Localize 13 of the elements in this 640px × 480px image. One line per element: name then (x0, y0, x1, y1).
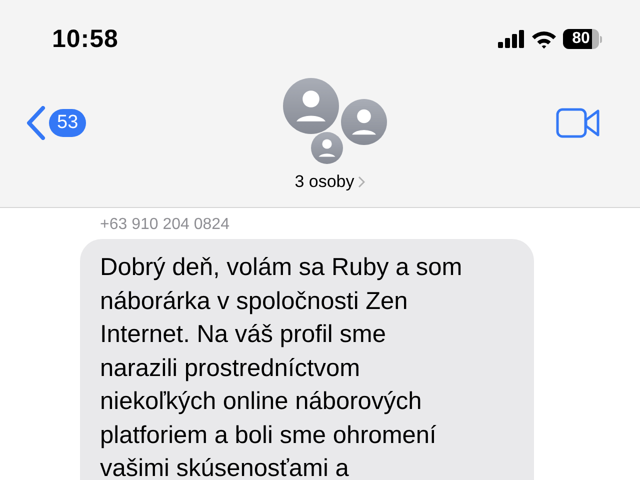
group-title-link[interactable]: 3 osoby (294, 172, 366, 192)
chevron-right-icon (358, 176, 366, 188)
sender-number: +63 910 204 0824 (100, 216, 230, 234)
chevron-left-icon (26, 106, 46, 140)
video-camera-icon (556, 108, 600, 138)
message-bubble: Dobrý deň, volám sa Ruby a som náborárka v spoločnosti Zen Internet. Na váš profil sme narazili prostredníctvom niekoľkých online náborových platforiem a boli sme ohromení vašimi skúsenosťami a (80, 239, 534, 480)
wifi-icon (531, 30, 557, 48)
unread-count-badge: 53 (49, 109, 86, 137)
status-time: 10:58 (52, 24, 118, 54)
signal-icon (498, 30, 525, 48)
back-button[interactable]: 53 (26, 106, 86, 140)
video-call-button[interactable] (556, 108, 600, 141)
battery-icon: 80 (563, 28, 602, 50)
